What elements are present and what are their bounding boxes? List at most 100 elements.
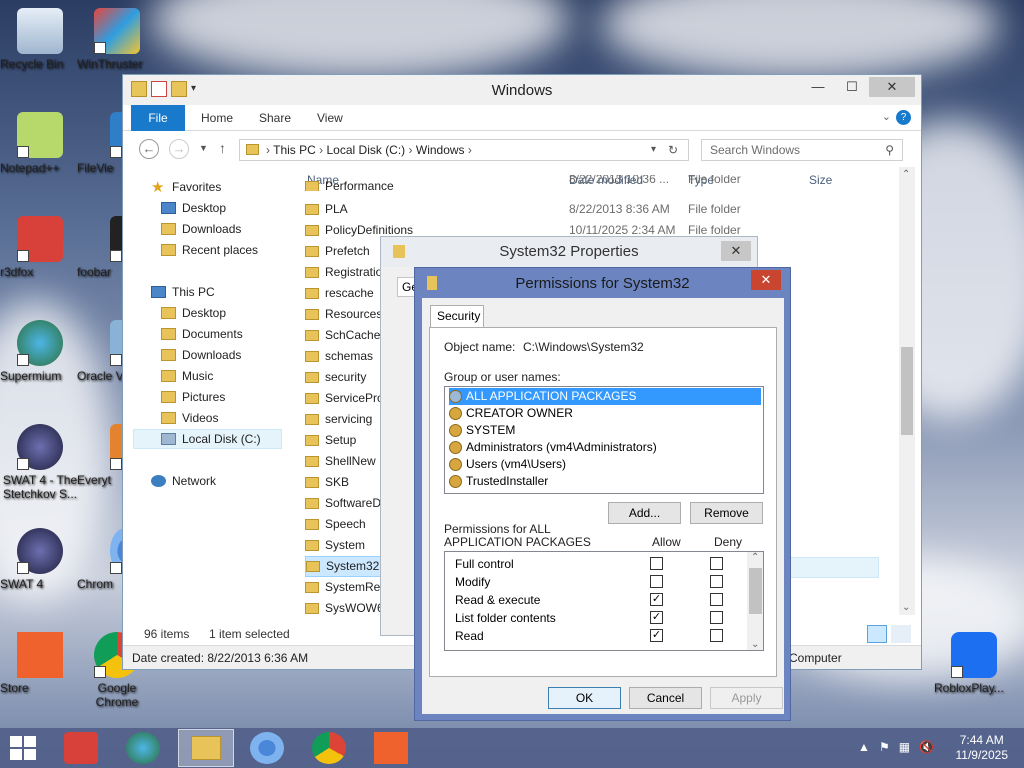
add-button[interactable]: Add... [608, 502, 681, 524]
scroll-up-icon[interactable]: ⌃ [902, 169, 910, 180]
refresh-icon[interactable]: ↻ [668, 140, 678, 160]
desktop-icon-swat4[interactable]: SWAT 4 [0, 528, 80, 591]
maximize-button[interactable]: ☐ [835, 77, 869, 97]
read-allow-checkbox[interactable]: ✓ [650, 629, 663, 642]
remove-button[interactable]: Remove [690, 502, 763, 524]
user-item-administrators[interactable]: Administrators (vm4\Administrators) [449, 439, 761, 456]
user-item-system[interactable]: SYSTEM [449, 422, 761, 439]
user-item-creator-owner[interactable]: CREATOR OWNER [449, 405, 761, 422]
user-list[interactable]: ALL APPLICATION PACKAGES CREATOR OWNER S… [444, 386, 764, 494]
taskbar-store-icon[interactable] [374, 732, 408, 764]
network-icon[interactable]: ▦ [899, 740, 910, 754]
expand-ribbon-icon[interactable]: ⌄ [882, 110, 891, 123]
file-row[interactable]: Resources [305, 304, 382, 325]
nav-music[interactable]: Music [161, 366, 213, 386]
scroll-down-icon[interactable]: ⌄ [902, 602, 910, 613]
nav-recent-places[interactable]: Recent places [161, 240, 258, 260]
file-row-selected[interactable]: System32 [305, 556, 391, 577]
ok-button[interactable]: OK [548, 687, 621, 709]
user-item-trustedinstaller[interactable]: TrustedInstaller [449, 473, 761, 490]
address-bar[interactable]: › This PC › Local Disk (C:) › Windows › … [239, 139, 689, 161]
permissions-titlebar[interactable]: Permissions for System32 ✕ [415, 268, 790, 298]
list-folder-deny-checkbox[interactable] [710, 611, 723, 624]
desktop-icon-supermium[interactable]: Supermium [0, 320, 80, 383]
file-row[interactable]: Setup [305, 430, 356, 451]
nav-documents[interactable]: Documents [161, 324, 243, 344]
desktop-icon-swat4-stetchkov[interactable]: SWAT 4 - The Stetchkov S... [0, 424, 80, 501]
action-center-flag-icon[interactable]: ⚑ [879, 740, 890, 754]
file-row[interactable]: Registratio [305, 262, 382, 283]
desktop-icon-recycle-bin[interactable]: Recycle Bin [0, 8, 80, 71]
taskbar-r3dfox-icon[interactable] [64, 732, 98, 764]
start-button[interactable] [8, 734, 38, 762]
properties-close-button[interactable]: ✕ [721, 241, 751, 261]
file-row[interactable]: SoftwareD [305, 493, 381, 514]
desktop-icon-winthruster[interactable]: WinThruster [77, 8, 157, 71]
scrollbar-thumb[interactable] [901, 347, 913, 435]
search-input[interactable]: Search Windows ⚲ [701, 139, 903, 161]
file-row[interactable]: System [305, 535, 365, 556]
full-control-allow-checkbox[interactable] [650, 557, 663, 570]
breadcrumb-this-pc[interactable]: This PC [273, 143, 316, 157]
file-row[interactable]: SKB [305, 472, 349, 493]
desktop-icon-r3dfox[interactable]: r3dfox [0, 216, 80, 279]
file-row[interactable]: PLA [305, 199, 348, 220]
show-hidden-icons-icon[interactable]: ▲ [858, 740, 870, 754]
nav-favorites[interactable]: ★ Favorites [151, 177, 221, 197]
tab-security[interactable]: Security [430, 305, 484, 328]
scroll-down-icon[interactable]: ⌄ [751, 639, 759, 650]
tab-file[interactable]: File [131, 105, 185, 131]
file-row[interactable]: SystemRe [305, 577, 380, 598]
read-deny-checkbox[interactable] [710, 629, 723, 642]
nav-videos[interactable]: Videos [161, 408, 218, 428]
file-row[interactable]: servicing [305, 409, 372, 430]
breadcrumb-windows[interactable]: Windows [416, 143, 465, 157]
nav-desktop[interactable]: Desktop [161, 303, 226, 323]
nav-this-pc[interactable]: This PC [151, 282, 215, 302]
file-row[interactable]: rescache [305, 283, 374, 304]
modify-allow-checkbox[interactable] [650, 575, 663, 588]
permissions-close-button[interactable]: ✕ [751, 270, 781, 290]
close-button[interactable]: ✕ [869, 77, 915, 97]
read-execute-deny-checkbox[interactable] [710, 593, 723, 606]
file-row[interactable]: ShellNew [305, 451, 376, 472]
tab-share[interactable]: Share [259, 105, 291, 131]
breadcrumb-local-disk[interactable]: Local Disk (C:) [327, 143, 406, 157]
file-list-scrollbar[interactable]: ⌃ ⌄ [899, 167, 915, 615]
list-folder-allow-checkbox[interactable]: ✓ [650, 611, 663, 624]
user-item-all-application-packages[interactable]: ALL APPLICATION PACKAGES [449, 388, 761, 405]
help-icon[interactable]: ? [896, 110, 911, 125]
forward-button[interactable]: → [169, 139, 189, 159]
clock[interactable]: 7:44 AM 11/9/2025 [956, 733, 1009, 763]
file-row[interactable]: security [305, 367, 366, 388]
nav-local-disk[interactable]: Local Disk (C:) [133, 429, 282, 449]
column-size[interactable]: Size [809, 173, 832, 187]
properties-titlebar[interactable]: System32 Properties ✕ [381, 237, 757, 267]
explorer-titlebar[interactable]: ▾ Windows — ☐ ✕ [123, 75, 921, 105]
desktop-icon-store[interactable]: Store [0, 632, 80, 695]
back-button[interactable]: ← [139, 139, 159, 159]
file-row[interactable]: Prefetch [305, 241, 370, 262]
taskbar-chrome-alt-icon[interactable] [250, 732, 284, 764]
taskbar-explorer-button[interactable] [178, 729, 234, 767]
scroll-up-icon[interactable]: ⌃ [751, 552, 759, 563]
file-row[interactable]: Performance [305, 181, 394, 191]
large-icons-view-icon[interactable] [891, 625, 911, 643]
modify-deny-checkbox[interactable] [710, 575, 723, 588]
nav-downloads[interactable]: Downloads [161, 345, 241, 365]
minimize-button[interactable]: — [801, 77, 835, 97]
nav-network[interactable]: Network [151, 471, 216, 491]
permissions-scrollbar[interactable]: ⌃ ⌄ [747, 552, 763, 650]
nav-favorites-desktop[interactable]: Desktop [161, 198, 226, 218]
file-row[interactable]: ServicePro [305, 388, 384, 409]
user-item-users[interactable]: Users (vm4\Users) [449, 456, 761, 473]
cancel-button[interactable]: Cancel [629, 687, 702, 709]
nav-pictures[interactable]: Pictures [161, 387, 225, 407]
details-view-icon[interactable] [867, 625, 887, 643]
tab-view[interactable]: View [317, 105, 343, 131]
up-button[interactable]: ↑ [219, 140, 226, 156]
file-row[interactable]: SysWOW6 [305, 598, 384, 619]
taskbar-chrome-icon[interactable] [312, 732, 346, 764]
scrollbar-thumb[interactable] [749, 568, 762, 614]
address-dropdown-icon[interactable]: ▾ [651, 140, 656, 160]
